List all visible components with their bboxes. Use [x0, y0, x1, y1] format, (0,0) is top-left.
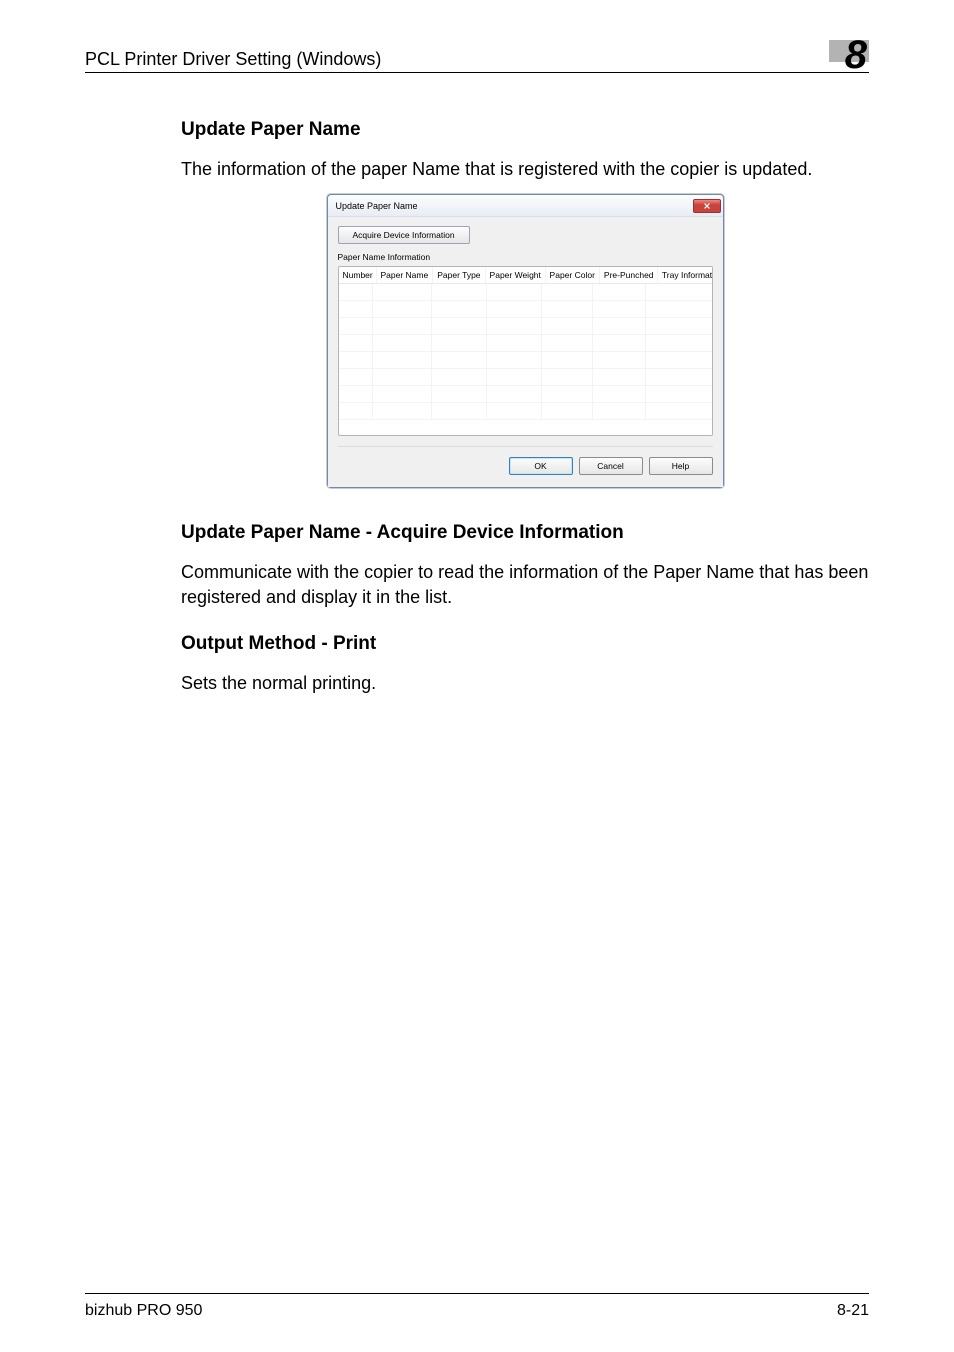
section-acquire-device-info: Update Paper Name - Acquire Device Infor… — [181, 522, 869, 610]
close-icon — [703, 202, 711, 210]
section-update-paper-name: Update Paper Name The information of the… — [181, 119, 869, 488]
dialog-body: Acquire Device Information Paper Name In… — [328, 217, 723, 487]
close-button[interactable] — [693, 199, 721, 213]
section-body: The information of the paper Name that i… — [181, 157, 869, 182]
help-button[interactable]: Help — [649, 457, 713, 475]
table-row — [339, 352, 712, 369]
chapter-indicator: 8 — [815, 30, 869, 70]
col-paper-color[interactable]: Paper Color — [546, 267, 600, 283]
table-row — [339, 386, 712, 403]
col-paper-name[interactable]: Paper Name — [377, 267, 434, 283]
page-footer: bizhub PRO 950 8-21 — [85, 1302, 869, 1320]
col-tray-information[interactable]: Tray Information — [658, 267, 713, 283]
dialog-screenshot: Update Paper Name Acquire Device Informa… — [181, 194, 869, 488]
section-output-method-print: Output Method - Print Sets the normal pr… — [181, 633, 869, 696]
footer-rule — [85, 1293, 869, 1294]
page-header: PCL Printer Driver Setting (Windows) 8 — [85, 30, 869, 73]
footer-product: bizhub PRO 950 — [85, 1302, 202, 1320]
table-row — [339, 301, 712, 318]
ok-button[interactable]: OK — [509, 457, 573, 475]
section-title: Update Paper Name — [181, 119, 869, 141]
dialog-footer: OK Cancel Help — [338, 446, 713, 475]
paper-name-info-label: Paper Name Information — [338, 252, 713, 262]
update-paper-name-dialog: Update Paper Name Acquire Device Informa… — [327, 194, 724, 488]
col-number[interactable]: Number — [339, 267, 377, 283]
table-row — [339, 403, 712, 420]
dialog-title: Update Paper Name — [336, 201, 418, 211]
paper-name-table[interactable]: Number Paper Name Paper Type Paper Weigh… — [338, 266, 713, 436]
section-body: Sets the normal printing. — [181, 671, 869, 696]
cancel-button[interactable]: Cancel — [579, 457, 643, 475]
section-title: Update Paper Name - Acquire Device Infor… — [181, 522, 869, 544]
table-row — [339, 284, 712, 301]
table-row — [339, 318, 712, 335]
dialog-titlebar: Update Paper Name — [328, 195, 723, 217]
table-header: Number Paper Name Paper Type Paper Weigh… — [339, 267, 712, 284]
col-paper-type[interactable]: Paper Type — [433, 267, 485, 283]
section-body: Communicate with the copier to read the … — [181, 560, 869, 610]
footer-page-number: 8-21 — [837, 1302, 869, 1320]
header-title: PCL Printer Driver Setting (Windows) — [85, 49, 381, 70]
col-paper-weight[interactable]: Paper Weight — [486, 267, 546, 283]
acquire-device-info-button[interactable]: Acquire Device Information — [338, 226, 470, 244]
table-row — [339, 369, 712, 386]
chapter-number: 8 — [845, 33, 867, 78]
table-body — [339, 284, 712, 434]
table-row — [339, 335, 712, 352]
section-title: Output Method - Print — [181, 633, 869, 655]
col-pre-punched[interactable]: Pre-Punched — [600, 267, 658, 283]
